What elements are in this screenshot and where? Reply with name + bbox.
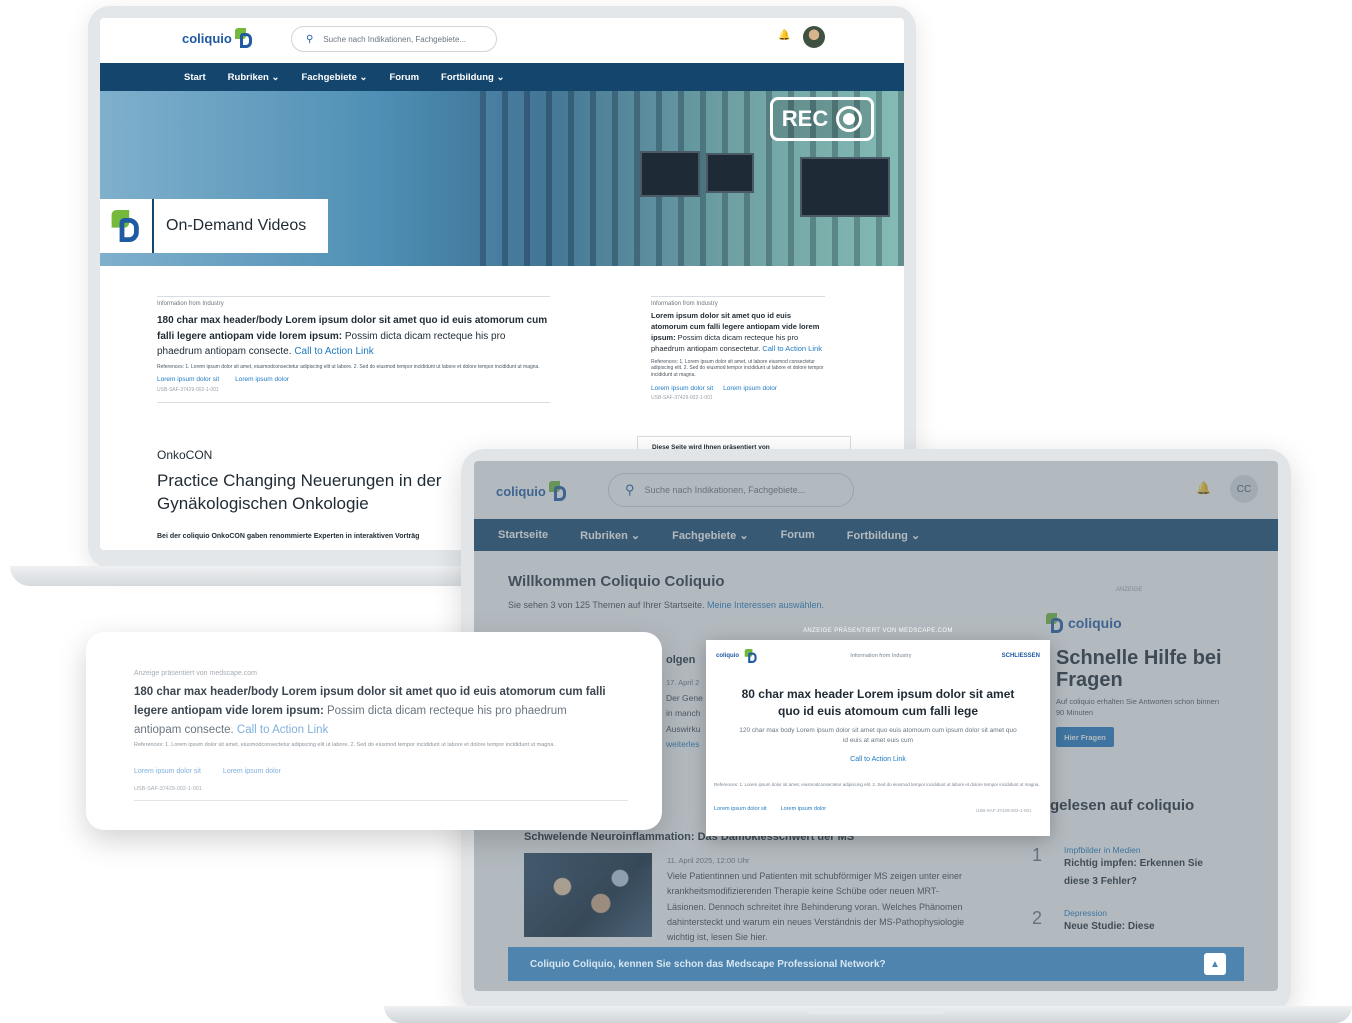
- card-kicker: Anzeige präsentiert von medscape.com: [134, 670, 257, 677]
- reference-link[interactable]: Lorem ipsum dolor sit: [651, 385, 713, 392]
- nav-item-fachgebiete[interactable]: Fachgebiete ⌄: [301, 72, 367, 83]
- card-links: Lorem ipsum dolor sit Lorem ipsum dolor: [134, 768, 281, 775]
- reference-link[interactable]: Lorem ipsum dolor sit: [714, 806, 767, 812]
- ad-label: ANZEIGE PRÄSENTIERT VON MEDSCAPE.COM: [803, 628, 953, 634]
- card-code: USB-SAF-37429-002-1-001: [157, 387, 219, 394]
- logo-text: coliquio: [716, 653, 739, 659]
- coliquio-logo[interactable]: coliquio: [182, 28, 253, 48]
- ad-references: References: 1. Lorem ipsum dolor sit ame…: [714, 782, 1040, 787]
- divider: [157, 402, 550, 403]
- cta-link[interactable]: Call to Action Link: [762, 344, 822, 353]
- section-label: OnkoCON: [157, 448, 213, 462]
- ad-modal: coliquio Information from Industry SCHLI…: [706, 640, 1050, 836]
- card-links: Lorem ipsum dolor sit Lorem ipsum dolor: [651, 385, 825, 392]
- hero-monitor: [640, 151, 700, 197]
- hero-title: On-Demand Videos: [166, 217, 307, 234]
- divider: [134, 800, 628, 801]
- chevron-up-icon[interactable]: ▲: [1204, 953, 1226, 975]
- medscape-banner[interactable]: Coliquio Coliquio, kennen Sie schon das …: [508, 947, 1244, 981]
- ad-headline: 80 char max header Lorem ipsum dolor sit…: [741, 687, 1015, 718]
- card-headline: 180 char max header/body Lorem ipsum dol…: [157, 313, 550, 360]
- hero-monitor: [706, 153, 754, 193]
- card-code: USB-SAF-37429-002-1-001: [134, 786, 202, 792]
- ad-top-text: Information from Industry: [850, 653, 912, 659]
- laptop-back-base: [10, 566, 474, 586]
- close-button[interactable]: SCHLIESSEN: [1002, 653, 1040, 659]
- card-links: Lorem ipsum dolor sit Lorem ipsum dolor: [157, 376, 550, 383]
- nav-item-forum[interactable]: Forum: [389, 72, 419, 83]
- hero-logo-box: [100, 199, 154, 253]
- card-references: References: 1. Lorem ipsum dolor sit ame…: [157, 363, 540, 370]
- reference-link[interactable]: Lorem ipsum dolor: [723, 385, 777, 392]
- medscape-logo: coliquio: [716, 646, 760, 666]
- ad-cta-link[interactable]: Call to Action Link: [706, 756, 1050, 763]
- record-icon: [836, 106, 863, 132]
- hero-tag: On-Demand Videos: [100, 199, 328, 253]
- nav-item-start[interactable]: Start: [184, 72, 206, 83]
- divider: [157, 296, 550, 297]
- laptop-front-notch: [806, 1008, 946, 1014]
- nav-item-fortbildung[interactable]: Fortbildung ⌄: [441, 72, 504, 83]
- card-code: USB-SAF-37429-002-1-001: [651, 394, 713, 401]
- industry-card-sidebar: Information from Industry Lorem ipsum do…: [651, 296, 825, 402]
- hero-banner[interactable]: REC On-Demand Videos: [100, 91, 904, 266]
- card-kicker: Information from Industry: [157, 301, 224, 307]
- section-text: Bei der coliquio OnkoCON gaben renommier…: [157, 533, 420, 540]
- reference-link[interactable]: Lorem ipsum dolor: [223, 768, 281, 775]
- hero-monitor: [800, 157, 890, 217]
- industry-card: Information from Industry 180 char max h…: [157, 296, 550, 403]
- search-icon: ⚲: [306, 33, 314, 45]
- ad-body: 120 char max body Lorem ipsum dolor sit …: [739, 727, 1017, 745]
- divider: [651, 296, 825, 297]
- card-headline: Lorem ipsum dolor sit amet quo id euis a…: [651, 311, 825, 355]
- floating-ad-card: Anzeige präsentiert von medscape.com 180…: [86, 632, 662, 830]
- coliquio-logo-icon: [234, 28, 253, 48]
- search-placeholder: Suche nach Indikationen, Fachgebiete...: [323, 34, 467, 44]
- card-references: References: 1. Lorem ipsum dolor sit ame…: [651, 358, 824, 379]
- nav-item-rubriken[interactable]: Rubriken ⌄: [228, 72, 280, 83]
- cta-link[interactable]: Call to Action Link: [237, 724, 328, 736]
- coliquio-logo-icon: [111, 210, 141, 242]
- card-kicker: Information from Industry: [651, 301, 718, 307]
- cta-link[interactable]: Call to Action Link: [294, 346, 374, 357]
- reference-link[interactable]: Lorem ipsum dolor: [781, 806, 827, 812]
- section-title[interactable]: Practice Changing Neuerungen in der Gynä…: [157, 470, 487, 516]
- reference-link[interactable]: Lorem ipsum dolor: [235, 376, 289, 383]
- bell-icon[interactable]: 🔔: [778, 30, 790, 41]
- reference-link[interactable]: Lorem ipsum dolor sit: [157, 376, 219, 383]
- reference-link[interactable]: Lorem ipsum dolor sit: [134, 768, 201, 775]
- avatar[interactable]: [803, 26, 825, 48]
- ad-code: USB-SAF-37429-002-1-001: [976, 808, 1032, 813]
- card-headline: 180 char max header/body Lorem ipsum dol…: [134, 683, 614, 740]
- card-references: References: 1. Lorem ipsum dolor sit ame…: [134, 742, 555, 748]
- logo-text: coliquio: [182, 30, 232, 46]
- rec-label: REC: [781, 106, 829, 131]
- main-nav: Start Rubriken ⌄ Fachgebiete ⌄ Forum For…: [100, 63, 904, 91]
- ad-modal-header: coliquio Information from Industry SCHLI…: [716, 648, 1040, 664]
- rec-badge: REC: [770, 97, 874, 141]
- search-input[interactable]: ⚲ Suche nach Indikationen, Fachgebiete..…: [291, 26, 497, 52]
- coliquio-logo-icon: [744, 649, 758, 663]
